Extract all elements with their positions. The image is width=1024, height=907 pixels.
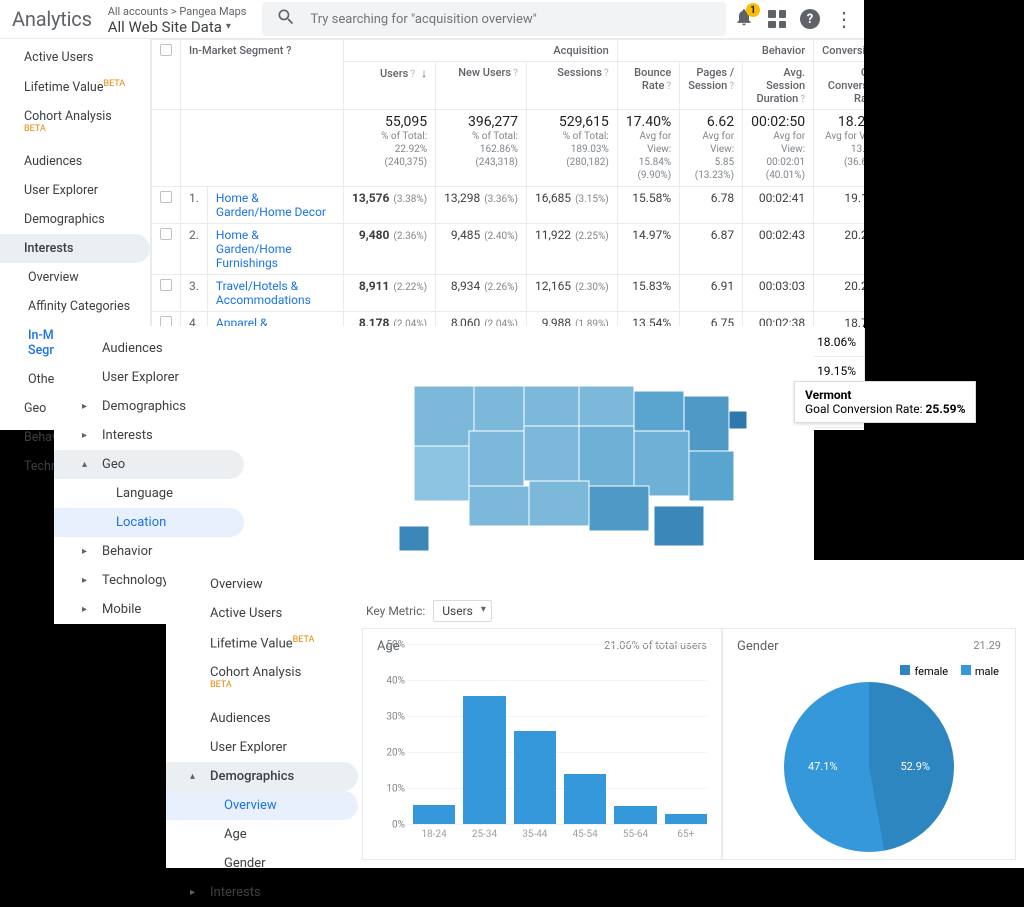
segment-link[interactable]: Travel/Hotels & Accommodations	[216, 279, 335, 307]
apps-button[interactable]	[768, 10, 786, 28]
grid-icon	[768, 10, 786, 28]
chevron-up-icon: ▴	[82, 459, 87, 470]
pie-label-male: 52.9%	[900, 760, 930, 773]
nav2-interests[interactable]: ▸Interests	[54, 421, 244, 450]
row-checkbox[interactable]	[160, 279, 172, 291]
nav2-demographics[interactable]: ▸Demographics	[54, 392, 244, 421]
col-users[interactable]: Users?↓	[344, 62, 436, 110]
nav3-active-users[interactable]: Active Users	[166, 599, 358, 628]
gender-chart-title: Gender	[737, 639, 1001, 654]
group-behavior: Behavior	[617, 40, 813, 62]
help-button[interactable]: ?	[800, 9, 820, 29]
search-input[interactable]	[310, 12, 712, 27]
nav-active-users[interactable]: Active Users	[0, 43, 150, 72]
age-bar[interactable]	[564, 774, 606, 824]
segment-link[interactable]: Home & Garden/Home Decor	[216, 191, 335, 219]
top-bar: Analytics All accounts > Pangea Maps All…	[0, 0, 864, 38]
nav-audiences[interactable]: Audiences	[0, 147, 150, 176]
nav3-demographics-overview[interactable]: Overview	[166, 791, 358, 820]
legend-swatch-male	[961, 665, 971, 675]
sort-desc-icon: ↓	[421, 66, 427, 80]
chevron-right-icon: ▸	[82, 401, 87, 412]
nav3-gender[interactable]: Gender	[166, 849, 358, 878]
chevron-right-icon: ▸	[82, 604, 87, 615]
gender-pie: 47.1% 52.9%	[784, 682, 954, 852]
table-row[interactable]: 2.Home & Garden/Home Furnishings9,480(2.…	[152, 224, 865, 275]
segment-link[interactable]: Home & Garden/Home Furnishings	[216, 228, 335, 270]
nav3-audiences[interactable]: Audiences	[166, 704, 358, 733]
age-chart-subtitle: 21.06% of total users	[604, 639, 707, 652]
nav-interests-overview[interactable]: Overview	[0, 263, 150, 292]
notifications-button[interactable]: 1	[734, 7, 754, 31]
nav-interests[interactable]: Interests	[0, 234, 150, 263]
col-sessions[interactable]: Sessions?	[526, 62, 617, 110]
table-row[interactable]: 1.Home & Garden/Home Decor13,576(3.38%)1…	[152, 187, 865, 224]
chevron-right-icon: ▸	[82, 546, 87, 557]
nav3-cohort-analysis[interactable]: Cohort AnalysisBETA	[166, 658, 358, 703]
tooltip-state: Vermont	[805, 388, 851, 402]
age-bar[interactable]	[665, 814, 707, 824]
nav2-audiences[interactable]: Audiences	[54, 334, 244, 363]
nav-demographics[interactable]: Demographics	[0, 205, 150, 234]
col-bounce[interactable]: Bounce Rate?	[617, 62, 679, 110]
chevron-right-icon: ▸	[82, 430, 87, 441]
chevron-up-icon: ▴	[190, 771, 195, 782]
col-new-users[interactable]: New Users?	[436, 62, 527, 110]
demographics-panel: Overview Active Users Lifetime ValueBETA…	[166, 560, 1024, 868]
table-row[interactable]: 3.Travel/Hotels & Accommodations8,911(2.…	[152, 275, 865, 312]
nav2-location[interactable]: Location	[54, 508, 244, 537]
key-metric-select[interactable]: Users	[433, 600, 492, 622]
nav3-lifetime-value[interactable]: Lifetime ValueBETA	[166, 628, 358, 658]
nav-affinity-categories[interactable]: Affinity Categories	[0, 292, 150, 321]
nav3-user-explorer[interactable]: User Explorer	[166, 733, 358, 762]
nav-cohort-analysis[interactable]: Cohort AnalysisBETA	[0, 102, 150, 147]
chevron-right-icon: ▸	[82, 575, 87, 586]
totals-row: 55,095% of Total:22.92% (240,375) 396,27…	[152, 110, 865, 187]
us-map[interactable]	[394, 356, 774, 556]
col-pps[interactable]: Pages / Session?	[680, 62, 743, 110]
age-bar[interactable]	[413, 805, 455, 824]
nav2-geo[interactable]: ▴Geo	[54, 450, 244, 479]
demo-sidemenu: Overview Active Users Lifetime ValueBETA…	[166, 560, 358, 907]
nav2-user-explorer[interactable]: User Explorer	[54, 363, 244, 392]
pie-label-female: 47.1%	[808, 760, 838, 773]
age-bar[interactable]	[514, 731, 556, 824]
group-conversions: Conversions	[814, 40, 864, 62]
row-checkbox[interactable]	[160, 228, 172, 240]
col-gcr[interactable]: Goal Conversion Rate?	[814, 62, 864, 110]
age-bar[interactable]	[614, 806, 656, 824]
view-name: All Web Site Data▾	[108, 18, 247, 36]
search-box[interactable]	[262, 2, 726, 36]
map-tooltip: Vermont Goal Conversion Rate: 25.59%	[794, 381, 976, 423]
gender-chart: Gender 21.29 female male 47.1% 52.9%	[722, 628, 1016, 860]
group-acquisition: Acquisition	[344, 40, 618, 62]
nav-lifetime-value[interactable]: Lifetime ValueBETA	[0, 72, 150, 102]
col-duration[interactable]: Avg. Session Duration?	[743, 62, 814, 110]
geo-location-panel: Audiences User Explorer ▸Demographics ▸I…	[54, 326, 814, 566]
brand-logo: Analytics	[0, 7, 104, 31]
gender-legend: female male	[890, 665, 999, 678]
account-switcher[interactable]: All accounts > Pangea Maps All Web Site …	[104, 3, 255, 36]
nav3-demographics[interactable]: ▴Demographics	[166, 762, 358, 791]
search-icon	[276, 7, 296, 32]
chevron-right-icon: ▸	[190, 887, 195, 898]
nav3-overview[interactable]: Overview	[166, 570, 358, 599]
row-checkbox[interactable]	[160, 191, 172, 203]
gender-chart-subtitle: 21.29	[973, 639, 1001, 652]
key-metric-label: Key Metric:	[366, 604, 425, 618]
nav-user-explorer[interactable]: User Explorer	[0, 176, 150, 205]
account-path: All accounts > Pangea Maps	[108, 5, 247, 18]
nav3-interests[interactable]: ▸Interests	[166, 878, 358, 907]
segment-col-header[interactable]: In-Market Segment	[189, 44, 283, 57]
header-actions: 1 ? ⋮	[734, 7, 864, 31]
nav3-age[interactable]: Age	[166, 820, 358, 849]
notification-badge: 1	[746, 3, 760, 17]
nav2-language[interactable]: Language	[54, 479, 244, 508]
dropdown-caret-icon: ▾	[226, 21, 231, 32]
select-all-checkbox[interactable]	[160, 44, 172, 56]
age-chart: Age 21.06% of total users 0%10%20%30%40%…	[362, 628, 722, 860]
age-bar[interactable]	[463, 696, 505, 824]
legend-swatch-female	[900, 665, 910, 675]
